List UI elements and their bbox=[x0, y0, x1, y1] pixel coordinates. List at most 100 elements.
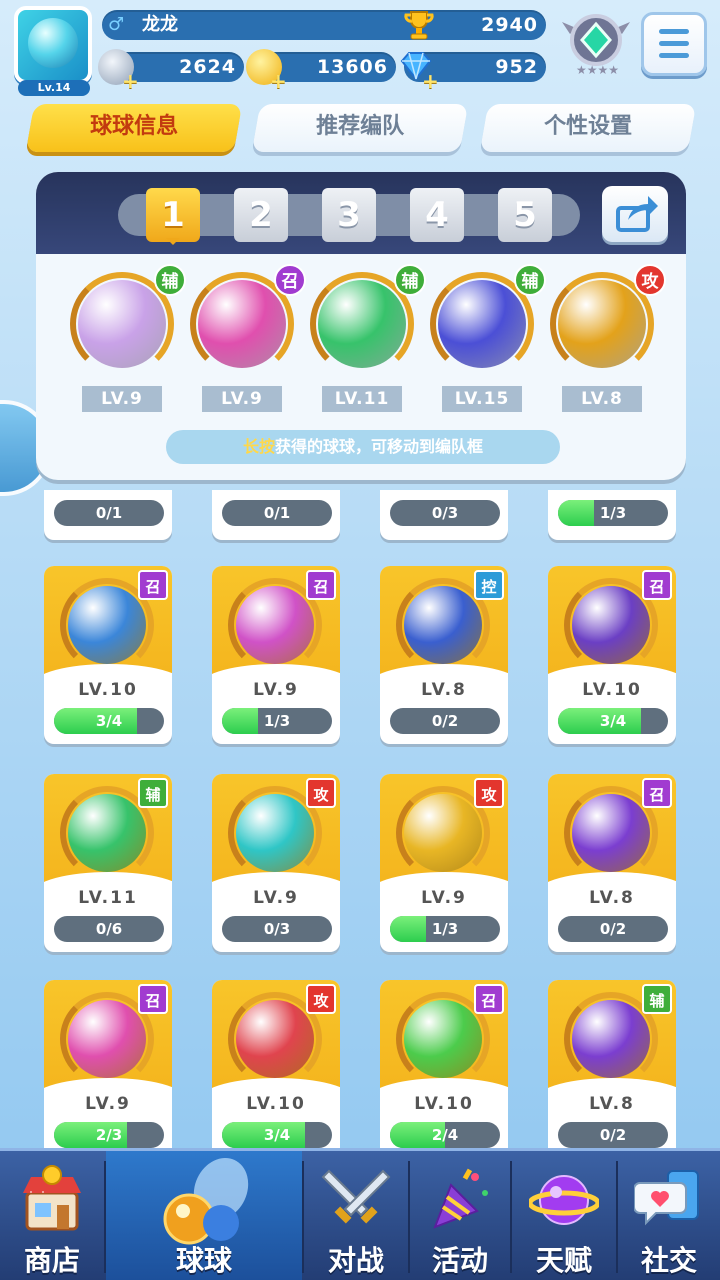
ball-card[interactable]: 辅 LV.8 0/2 bbox=[548, 980, 676, 1158]
tab-label: 推荐编队 bbox=[316, 114, 405, 139]
star-seal-icon bbox=[396, 992, 490, 1086]
menu-line bbox=[659, 29, 689, 34]
add-gold-icon[interactable]: + bbox=[270, 66, 287, 96]
progress-text: 1/3 bbox=[263, 712, 291, 730]
ball-card[interactable]: 召 LV.10 3/4 bbox=[548, 566, 676, 744]
tab-recommended-team[interactable]: 推荐编队 bbox=[251, 104, 469, 152]
silver-coin-bar[interactable]: + 2624 bbox=[98, 49, 244, 93]
nav-label: 活动 bbox=[431, 1244, 488, 1277]
nav-balls[interactable]: 球球 bbox=[106, 1151, 302, 1280]
ball-level: LV.9 bbox=[421, 888, 467, 908]
ball-card[interactable]: 召 LV.9 2/3 bbox=[44, 980, 172, 1158]
ball-progress-bar: 1/3 bbox=[222, 708, 332, 734]
tab-ball-info[interactable]: 球球信息 bbox=[25, 104, 243, 152]
nav-label: 对战 bbox=[327, 1244, 384, 1277]
nav-battle[interactable]: 对战 bbox=[304, 1151, 408, 1280]
planet-icon bbox=[529, 1175, 599, 1225]
menu-button[interactable] bbox=[641, 12, 707, 76]
team-ball-level: LV.11 bbox=[322, 386, 402, 412]
whirlpool-icon bbox=[60, 578, 154, 672]
crystal-icon bbox=[396, 786, 490, 880]
avatar-level-badge: Lv.14 bbox=[18, 80, 90, 96]
share-button[interactable] bbox=[602, 186, 668, 242]
tab-personal-settings[interactable]: 个性设置 bbox=[479, 104, 697, 152]
ball-card[interactable]: 控 LV.8 0/2 bbox=[380, 566, 508, 744]
ball-type-badge: 攻 bbox=[474, 778, 504, 808]
ball-type-badge: 召 bbox=[138, 570, 168, 600]
ball-card[interactable]: 攻 LV.9 1/3 bbox=[380, 774, 508, 952]
ball-progress-bar: 3/4 bbox=[222, 1122, 332, 1148]
ball-card[interactable]: 辅 LV.11 0/6 bbox=[44, 774, 172, 952]
player-avatar[interactable] bbox=[14, 6, 92, 84]
ball-card[interactable]: 攻 LV.9 0/3 bbox=[212, 774, 340, 952]
progress-text: 1/3 bbox=[599, 504, 627, 522]
team-slot-1[interactable]: 1 bbox=[146, 188, 200, 245]
ball-card[interactable]: 召 LV.10 2/4 bbox=[380, 980, 508, 1158]
add-diamond-icon[interactable]: + bbox=[422, 66, 439, 96]
ball-card-partial[interactable]: 0/1 bbox=[44, 490, 172, 540]
team-ball-1[interactable] bbox=[70, 272, 174, 376]
ball-progress-bar: 2/3 bbox=[54, 1122, 164, 1148]
progress-text: 0/1 bbox=[95, 504, 123, 522]
team-slot-3[interactable]: 3 bbox=[322, 188, 376, 242]
ball-type-badge: 攻 bbox=[306, 984, 336, 1014]
team-ball-level: LV.9 bbox=[82, 386, 162, 412]
ball-type-badge: 控 bbox=[474, 570, 504, 600]
ball-progress-bar: 0/2 bbox=[558, 1122, 668, 1148]
ball-progress-bar: 0/1 bbox=[222, 500, 332, 526]
ball-card-partial[interactable]: 1/3 bbox=[548, 490, 676, 540]
party-popper-icon bbox=[433, 1168, 488, 1229]
ball-level: LV.8 bbox=[589, 888, 635, 908]
ball-progress-bar: 3/4 bbox=[54, 708, 164, 734]
nav-events[interactable]: 活动 bbox=[410, 1151, 510, 1280]
player-name-bar: ♂ 龙龙 2940 bbox=[102, 10, 546, 40]
ball-progress-bar: 0/1 bbox=[54, 500, 164, 526]
ball-progress-bar: 1/3 bbox=[558, 500, 668, 526]
progress-text: 0/2 bbox=[599, 920, 627, 938]
player-name: 龙龙 bbox=[142, 14, 178, 35]
team-slot-2[interactable]: 2 bbox=[234, 188, 288, 242]
team-ball-5[interactable] bbox=[550, 272, 654, 376]
progress-text: 3/4 bbox=[263, 1126, 291, 1144]
ball-card-partial[interactable]: 0/3 bbox=[380, 490, 508, 540]
team-ball-type-badge: 辅 bbox=[514, 264, 546, 296]
shop-icon bbox=[23, 1165, 81, 1231]
tab-label: 个性设置 bbox=[544, 114, 633, 139]
add-silver-icon[interactable]: + bbox=[122, 66, 139, 96]
nav-talent[interactable]: 天赋 bbox=[512, 1151, 616, 1280]
team-ball-3[interactable] bbox=[310, 272, 414, 376]
team-ball-level: LV.8 bbox=[562, 386, 642, 412]
ball-card-partial[interactable]: 0/1 bbox=[212, 490, 340, 540]
trophy-icon bbox=[404, 11, 434, 40]
ball-card[interactable]: 召 LV.8 0/2 bbox=[548, 774, 676, 952]
ball-progress-bar: 0/2 bbox=[558, 916, 668, 942]
svg-text:★★★★: ★★★★ bbox=[576, 63, 619, 77]
gold-coin-value: 13606 bbox=[316, 56, 388, 78]
ball-progress-bar: 1/3 bbox=[390, 916, 500, 942]
diamond-bar[interactable]: + 952 bbox=[400, 52, 546, 93]
team-ball-2[interactable] bbox=[190, 272, 294, 376]
progress-text: 2/3 bbox=[95, 1126, 123, 1144]
progress-text: 3/4 bbox=[599, 712, 627, 730]
team-slot-4[interactable]: 4 bbox=[410, 188, 464, 242]
team-ball-type-badge: 辅 bbox=[154, 264, 186, 296]
team-ball-4[interactable] bbox=[430, 272, 534, 376]
ball-type-badge: 辅 bbox=[642, 984, 672, 1014]
gold-coin-bar[interactable]: + 13606 bbox=[246, 49, 396, 93]
team-slot-5[interactable]: 5 bbox=[498, 188, 552, 242]
ball-level: LV.8 bbox=[589, 1094, 635, 1114]
rank-badge-icon[interactable]: ★★★★ bbox=[560, 10, 632, 78]
ball-card[interactable]: 攻 LV.10 3/4 bbox=[212, 980, 340, 1158]
progress-text: 0/1 bbox=[263, 504, 291, 522]
nav-label: 商店 bbox=[23, 1244, 80, 1277]
nav-social[interactable]: 社交 bbox=[618, 1151, 720, 1280]
ball-card[interactable]: 召 LV.9 1/3 bbox=[212, 566, 340, 744]
trophy-score: 2940 bbox=[481, 14, 538, 36]
ball-level: LV.10 bbox=[414, 1094, 474, 1114]
nav-shop[interactable]: 商店 bbox=[0, 1151, 104, 1280]
progress-text: 2/4 bbox=[431, 1126, 459, 1144]
ball-card[interactable]: 召 LV.10 3/4 bbox=[44, 566, 172, 744]
bottom-navigation: 商店 球球 对战 活动 天赋 社交 bbox=[0, 1148, 720, 1280]
progress-text: 0/2 bbox=[599, 1126, 627, 1144]
nav-label: 天赋 bbox=[535, 1244, 592, 1277]
